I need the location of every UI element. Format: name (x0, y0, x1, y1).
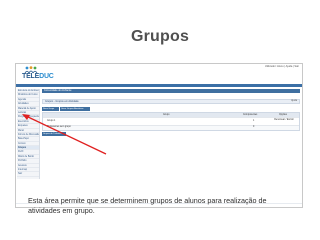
generate-groups-button[interactable]: Gerar Grupos Aleatórios (60, 107, 90, 111)
red-arrow-annotation (22, 114, 107, 155)
group-count: 1 (253, 120, 255, 122)
help-link[interactable]: Ajuda (291, 100, 297, 103)
user-bar[interactable]: Utilizador: Aluno | Ajuda | Sair (265, 65, 299, 68)
breadcrumb-text: Grupos - Grupos em Atividade (45, 100, 79, 103)
breadcrumb: Grupos - Grupos em Atividade Ajuda (42, 99, 300, 104)
group-count: 0 (253, 126, 255, 128)
logo-text: TELEDUC (22, 73, 54, 80)
top-nav-bar (16, 84, 302, 87)
new-group-button[interactable]: Novo Grupo (42, 107, 59, 111)
app-header: TELEDUC Utilizador: Aluno | Ajuda | Sair (16, 64, 302, 84)
action-buttons: Novo Grupo Gerar Grupos Aleatórios (42, 107, 300, 111)
panel-title: Comunidade do Ambiente (42, 89, 300, 93)
sidebar-item[interactable]: Sair (17, 172, 39, 177)
slide-caption: Esta área permite que se determinem grup… (28, 196, 267, 215)
slide-title: Grupos (130, 28, 190, 45)
group-options[interactable]: Renomear / Excluir (273, 119, 295, 121)
teleduc-logo: TELEDUC (22, 66, 62, 84)
